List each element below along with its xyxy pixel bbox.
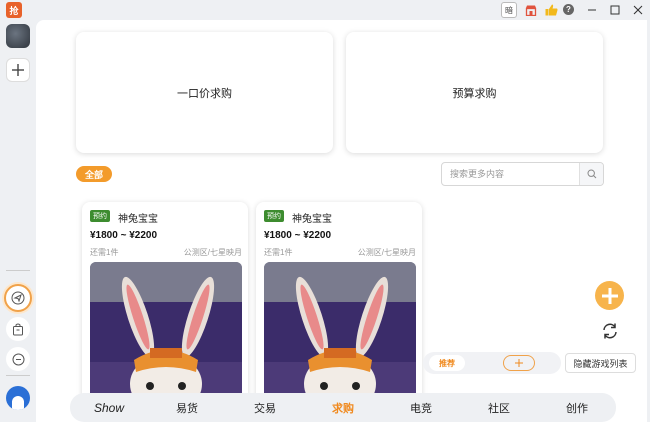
add-request-button[interactable]	[595, 281, 624, 310]
fixed-price-buy-card[interactable]: 一口价求购	[76, 32, 333, 153]
user-avatar[interactable]	[6, 386, 30, 410]
item-name: 神兔宝宝	[292, 214, 332, 225]
budget-buy-label: 预算求购	[452, 87, 497, 100]
filter-all-pill[interactable]: 全部	[76, 166, 112, 182]
search-icon[interactable]	[579, 163, 603, 185]
nav-buy-request[interactable]: 求购	[304, 400, 382, 416]
item-name: 神兔宝宝	[118, 214, 158, 225]
budget-buy-card[interactable]: 预算求购	[346, 32, 603, 153]
bottom-nav: Show 易货 交易 求购 电竞 社区 创作	[70, 393, 616, 422]
send-icon[interactable]	[4, 284, 32, 312]
nav-barter[interactable]: 易货	[148, 400, 226, 416]
item-quantity-needed: 还需1件	[264, 248, 293, 257]
add-game-pill[interactable]	[503, 355, 535, 371]
recommend-tab[interactable]: 推荐	[429, 355, 465, 371]
item-quantity-needed: 还需1件	[90, 248, 119, 257]
game-thumbnail[interactable]	[6, 24, 30, 48]
item-image	[264, 262, 416, 402]
search-input[interactable]	[442, 163, 579, 185]
nav-trade[interactable]: 交易	[226, 400, 304, 416]
nav-community[interactable]: 社区	[460, 400, 538, 416]
nav-create[interactable]: 创作	[538, 400, 616, 416]
search-box	[441, 162, 604, 186]
app-logo: 抢	[6, 2, 22, 18]
left-rail	[0, 20, 36, 422]
item-card[interactable]: 预约 神兔宝宝 ¥1800 ~ ¥2200 还需1件 公测区/七星映月	[82, 202, 248, 402]
rail-divider	[6, 375, 30, 376]
nav-show[interactable]: Show	[70, 401, 148, 415]
item-server: 公测区/七星映月	[357, 248, 416, 257]
bag-icon[interactable]	[6, 317, 30, 341]
fixed-price-buy-label: 一口价求购	[177, 87, 232, 100]
minimize-button[interactable]	[584, 2, 600, 18]
title-bar: 抢 暗 ?	[0, 0, 650, 20]
reserve-tag: 预约	[90, 210, 110, 222]
rail-divider	[6, 270, 30, 271]
refresh-icon[interactable]	[599, 320, 621, 342]
add-game-button[interactable]	[6, 58, 30, 82]
item-price: ¥1800 ~ ¥2200	[90, 230, 158, 241]
maximize-button[interactable]	[607, 2, 623, 18]
hide-game-list-button[interactable]: 隐藏游戏列表	[565, 353, 636, 373]
item-card[interactable]: 预约 神兔宝宝 ¥1800 ~ ¥2200 还需1件 公测区/七星映月	[256, 202, 422, 402]
item-server: 公测区/七星映月	[183, 248, 242, 257]
thumbs-up-icon[interactable]	[543, 2, 559, 18]
user-avatar-icon[interactable]: 暗	[501, 2, 517, 18]
main-panel: 一口价求购 预算求购 全部 预约 神兔宝宝 ¥1800 ~ ¥2200 还需1件…	[36, 20, 647, 422]
nav-esports[interactable]: 电竞	[382, 400, 460, 416]
close-button[interactable]	[630, 2, 646, 18]
help-icon[interactable]: ?	[563, 4, 574, 15]
store-icon[interactable]	[523, 2, 539, 18]
item-image	[90, 262, 242, 402]
chat-icon[interactable]	[6, 347, 30, 371]
item-price: ¥1800 ~ ¥2200	[264, 230, 332, 241]
game-mini-bar: 推荐	[423, 352, 561, 374]
reserve-tag: 预约	[264, 210, 284, 222]
